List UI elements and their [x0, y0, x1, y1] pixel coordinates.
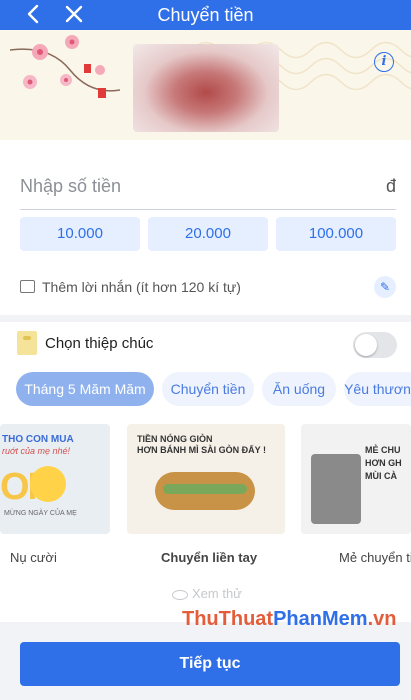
- card-caption: Chuyển liền tay: [161, 550, 258, 565]
- card-chuyen-lien-tay[interactable]: TIỀN NÓNG GIÒN HƠN BÁNH MÌ SÀI GÒN ĐẤY !: [127, 424, 285, 534]
- quick-amount-100000[interactable]: 100.000: [276, 217, 396, 251]
- info-icon[interactable]: i: [374, 52, 394, 72]
- watermark: ThuThuatPhanMem.vn: [182, 608, 397, 630]
- card-carousel: THO CON MUA ruớt của mẹ nhé! OM MỪNG NGÀ…: [0, 424, 411, 534]
- tab-thang-5[interactable]: Tháng 5 Măm Măm: [16, 372, 154, 406]
- tab-chuyen-tien[interactable]: Chuyển tiền: [162, 372, 254, 406]
- card-text: MỪNG NGÀY CỦA MẸ: [4, 510, 77, 517]
- amount-placeholder: Nhập số tiền: [20, 176, 122, 196]
- toggle-knob: [355, 334, 377, 356]
- footer-bar: Tiếp tục: [0, 630, 411, 700]
- blossom-decoration: [9, 35, 121, 98]
- amount-input[interactable]: Nhập số tiền đ: [20, 170, 396, 210]
- coffee-filter-icon: [311, 454, 361, 524]
- card-text: ruớt của mẹ nhé!: [2, 446, 70, 456]
- recipient-avatar: [133, 44, 279, 132]
- message-icon: [20, 280, 35, 293]
- card-caption: Nụ cười: [10, 550, 57, 565]
- amount-card: Nhập số tiền đ 10.000 20.000 100.000 Thê…: [0, 140, 411, 315]
- smiley-emoji-icon: [30, 466, 66, 502]
- choose-card-label: Chọn thiệp chúc: [45, 335, 154, 352]
- add-message-row[interactable]: Thêm lời nhắn (ít hơn 120 kí tự) ✎: [20, 276, 396, 300]
- continue-button[interactable]: Tiếp tục: [20, 642, 400, 686]
- greeting-card-section: Chọn thiệp chúc Tháng 5 Măm Măm Chuyển t…: [0, 322, 411, 622]
- card-nu-cuoi[interactable]: THO CON MUA ruớt của mẹ nhé! OM MỪNG NGÀ…: [0, 424, 110, 534]
- recipient-banner: i: [0, 30, 411, 140]
- greeting-card-toggle[interactable]: [353, 332, 397, 358]
- preview-button[interactable]: Xem thử: [172, 586, 242, 601]
- card-text: MẺ CHU HƠN GH MÙI CÀ: [365, 445, 402, 481]
- add-message-label: Thêm lời nhắn (ít hơn 120 kí tự): [42, 279, 241, 295]
- envelope-icon: [17, 331, 37, 355]
- card-captions: Nụ cười Chuyển liền tay Mẻ chuyển tiề: [0, 550, 411, 570]
- tab-an-uong[interactable]: Ăn uống: [262, 372, 336, 406]
- pencil-icon[interactable]: ✎: [374, 276, 396, 298]
- card-text: TIỀN NÓNG GIÒN: [137, 434, 213, 444]
- card-text: THO CON MUA: [2, 434, 74, 445]
- banh-mi-filling: [163, 484, 247, 494]
- back-arrow-icon[interactable]: [22, 2, 46, 26]
- header-bar: Chuyển tiền: [0, 0, 411, 30]
- tab-yeu-thuong[interactable]: Yêu thươn: [344, 372, 411, 406]
- quick-amount-10000[interactable]: 10.000: [20, 217, 140, 251]
- card-me-chuyen-tien[interactable]: MẺ CHU HƠN GH MÙI CÀ: [301, 424, 411, 534]
- card-text: HƠN BÁNH MÌ SÀI GÒN ĐẤY !: [137, 445, 267, 455]
- card-caption: Mẻ chuyển tiề: [339, 550, 411, 565]
- category-tabs: Tháng 5 Măm Măm Chuyển tiền Ăn uống Yêu …: [0, 372, 411, 406]
- currency-symbol: đ: [385, 176, 396, 196]
- close-icon[interactable]: [62, 2, 86, 26]
- quick-amount-20000[interactable]: 20.000: [148, 217, 268, 251]
- preview-label: Xem thử: [192, 586, 242, 601]
- eye-icon: [172, 589, 188, 600]
